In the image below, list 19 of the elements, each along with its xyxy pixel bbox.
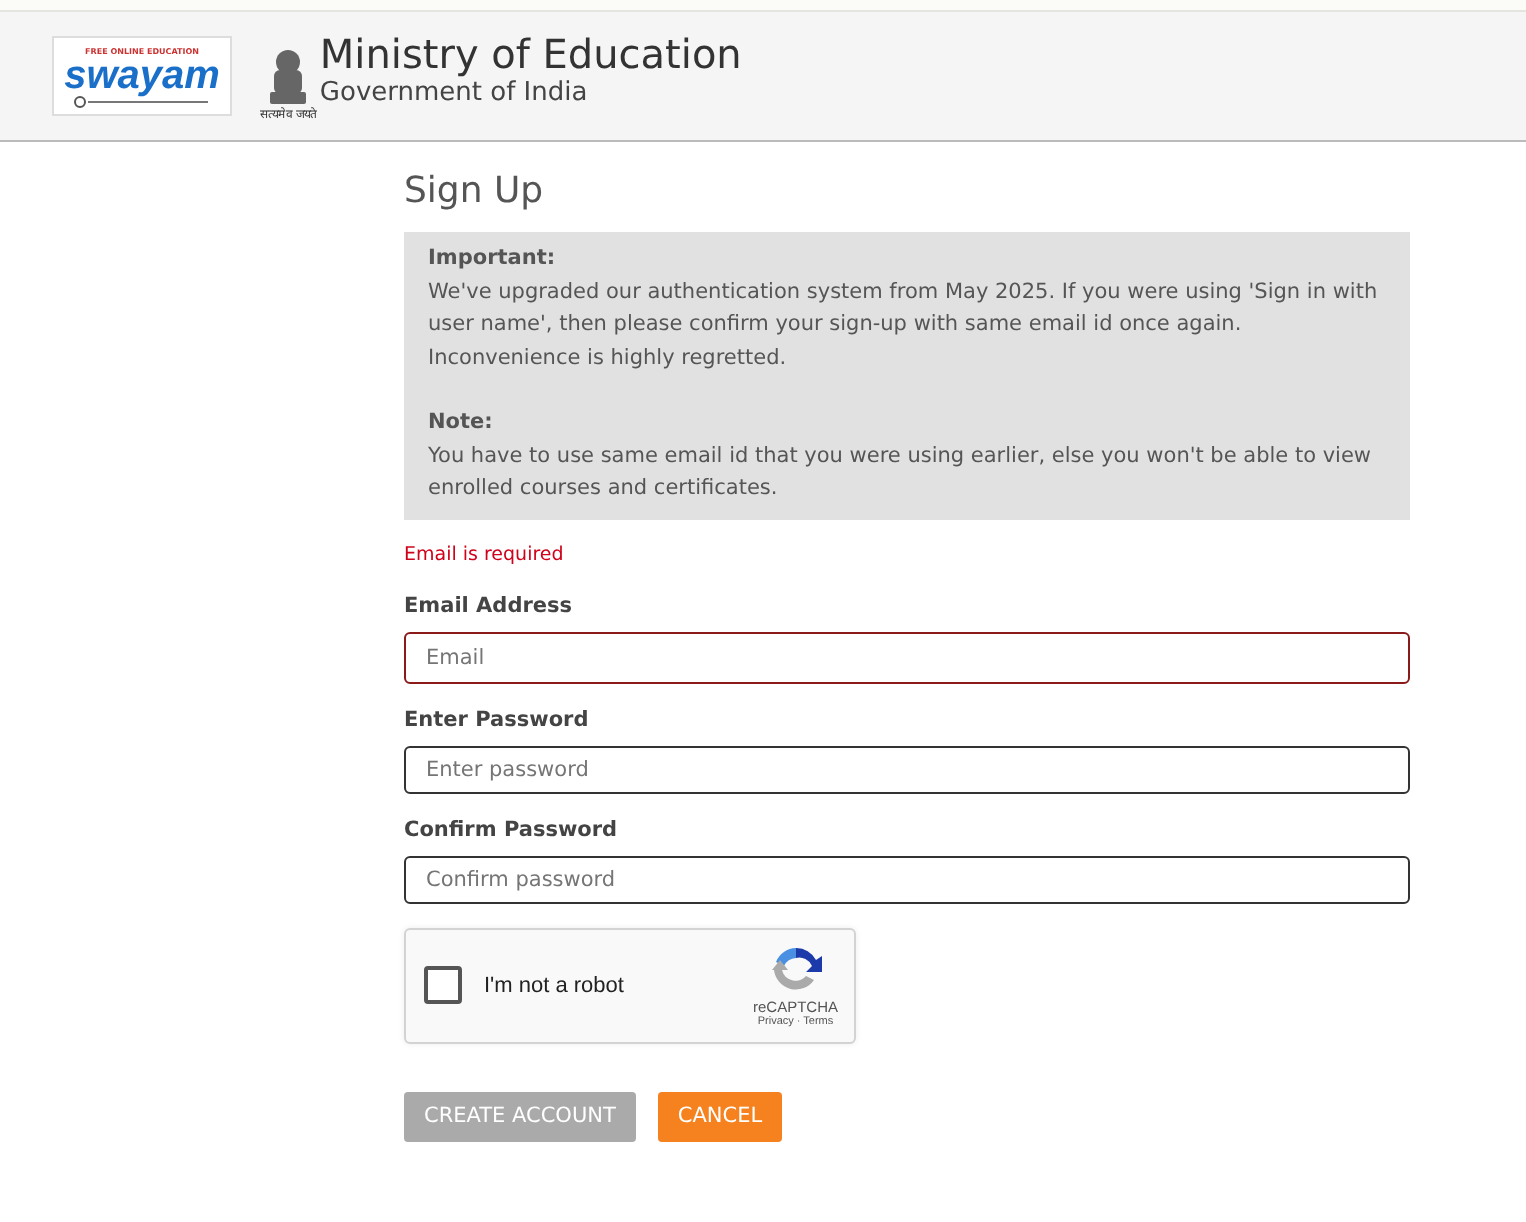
input-field[interactable]: Enter password <box>404 745 1410 793</box>
logo-wordmark: swayam <box>64 55 220 95</box>
field-label: Enter Password <box>404 707 591 731</box>
captcha-label: I'm not a robot <box>484 973 624 997</box>
page-title: Sign Up <box>404 170 546 212</box>
notice-text: You have to use same email id that you were using earlier, else you won't be able to view enrolled courses and certificates. <box>428 441 1374 504</box>
input-field[interactable]: Confirm password <box>404 855 1410 903</box>
ministry-subtitle: Government of India <box>319 78 590 110</box>
field-label: Email Address <box>404 593 575 617</box>
field-label: Confirm Password <box>404 817 620 841</box>
logo-underline-icon <box>72 95 212 107</box>
notice-heading: Note: <box>428 408 495 438</box>
cancel-button[interactable]: CANCEL <box>657 1091 783 1141</box>
input-field[interactable]: Email <box>404 631 1410 683</box>
captcha-checkbox[interactable] <box>424 966 462 1004</box>
ministry-title: Ministry of Education <box>319 30 742 78</box>
notice-heading: Important: <box>428 244 558 274</box>
notice-text: We've upgraded our authentication system from May 2025. If you were using 'Sign in with user name', then please confirm your sign-up with same email id once again. Inconvenience is highly regretted. <box>428 277 1380 373</box>
error-message: Email is required <box>404 543 566 565</box>
